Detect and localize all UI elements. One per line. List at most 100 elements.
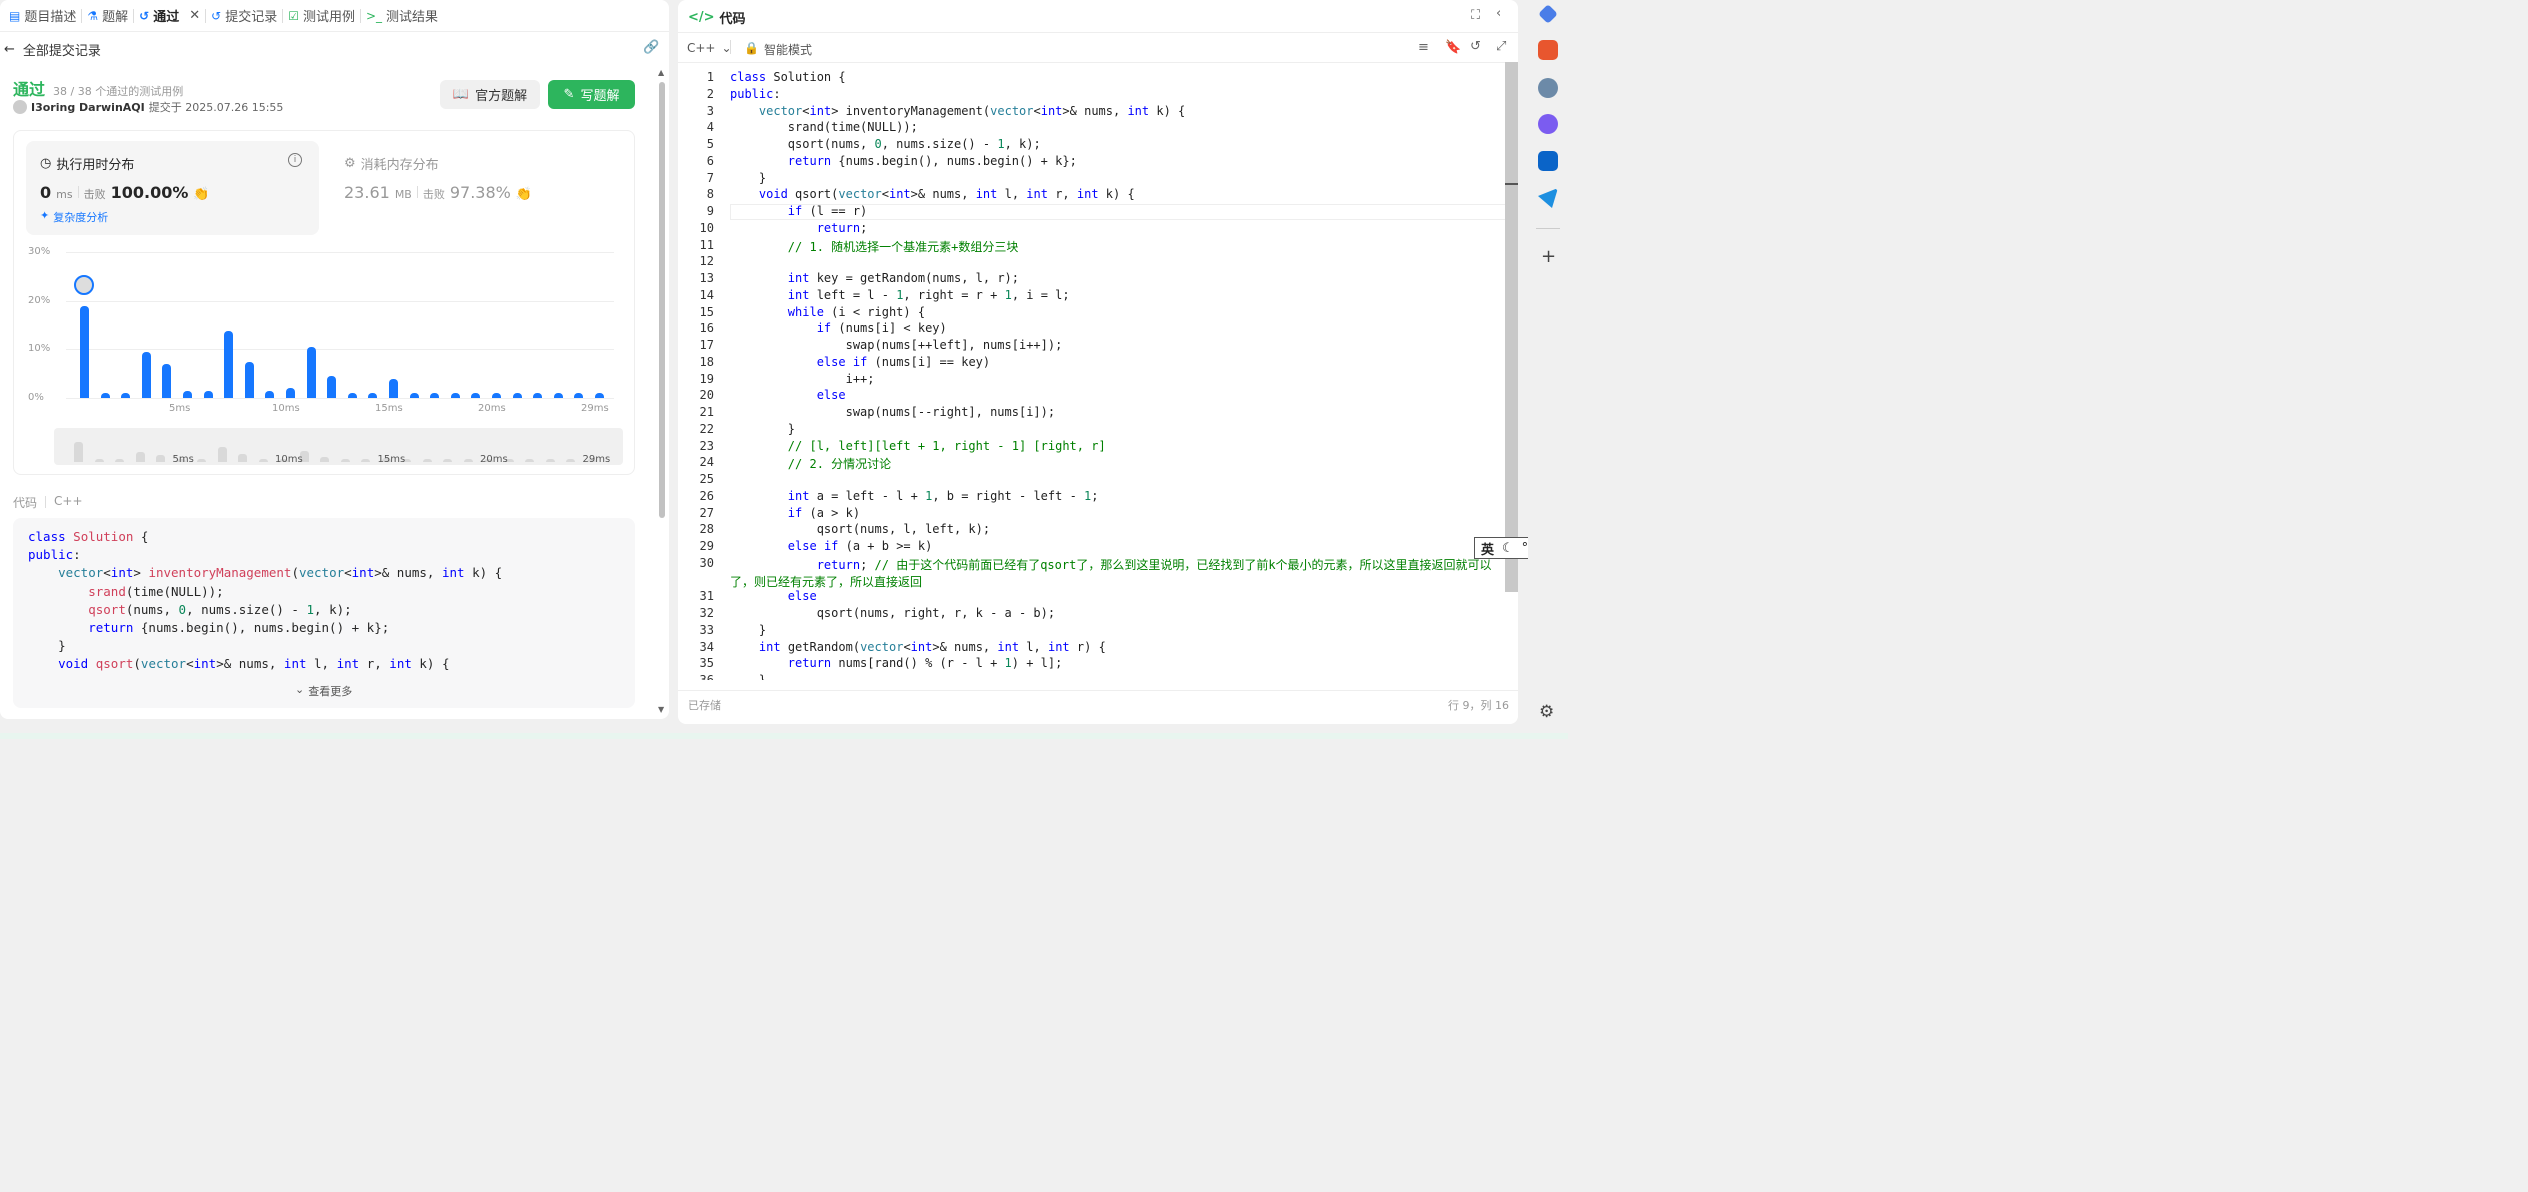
- code-line: return; // 由于这个代码前面已经有了qsort了，那么到这里说明，已经…: [816, 557, 1492, 572]
- language-select[interactable]: C++ ⌄: [687, 41, 732, 55]
- chart-bar[interactable]: [347, 393, 357, 398]
- chart-bar[interactable]: [203, 390, 213, 398]
- info-icon[interactable]: i: [288, 153, 302, 167]
- settings-icon[interactable]: ⚙: [1539, 702, 1554, 722]
- chart-bar[interactable]: [141, 351, 151, 398]
- complexity-analysis-link[interactable]: ✦ 复杂度分析: [40, 209, 108, 225]
- overview-bar: [94, 459, 104, 462]
- code-line: else if (nums[i] == key): [816, 354, 991, 369]
- chart-bar[interactable]: [183, 390, 192, 398]
- code-line: qsort(nums, l, left, k);: [730, 522, 991, 537]
- fullscreen-icon[interactable]: ⛶: [1471, 8, 1480, 23]
- lock-icon: 🔒: [744, 41, 759, 55]
- close-icon[interactable]: ✕: [189, 8, 200, 23]
- my-result-marker[interactable]: [74, 275, 94, 295]
- chart-bar[interactable]: [512, 393, 522, 398]
- chart-bar[interactable]: [533, 393, 543, 398]
- smart-mode-toggle[interactable]: 🔒 智能模式: [744, 41, 812, 58]
- code-editor-panel: </> 代码 ⛶ ‹ C++ ⌄ 🔒 智能模式 ≡ 🔖 ↺ ⤢ 1 class Solu…: [678, 0, 1518, 724]
- collapse-icon[interactable]: ‹: [1496, 6, 1501, 21]
- scroll-down-icon[interactable]: ▼: [658, 705, 664, 714]
- code-line: if (nums[i] < key): [816, 321, 947, 336]
- chart-bar[interactable]: [450, 393, 460, 398]
- code-line: int left = l - 1, right = r + 1, i = l;: [787, 287, 1070, 302]
- overview-bar: [135, 451, 145, 462]
- x-tick-label: 10ms: [272, 403, 300, 414]
- code-editor[interactable]: 1 class Solution {2 public: 3 vector<int> i…: [678, 70, 1504, 680]
- line-number: 15: [699, 304, 714, 319]
- outlook-icon[interactable]: [1538, 151, 1558, 171]
- code-line: }: [730, 673, 767, 680]
- checkbox-icon: ☑: [288, 8, 299, 23]
- scroll-up-icon[interactable]: ▲: [658, 68, 664, 77]
- official-solution-button[interactable]: 📖 官方题解: [440, 80, 540, 109]
- code-line: vector<int> inventoryManagement(vector<i…: [758, 103, 1186, 118]
- chart-bar[interactable]: [430, 393, 440, 398]
- tab-description[interactable]: ▤ 题目描述: [4, 6, 81, 26]
- tab-submissions[interactable]: ↺ 提交记录: [206, 6, 282, 26]
- line-number: 8: [706, 187, 714, 202]
- chart-bar[interactable]: [327, 376, 337, 398]
- tab-solutions[interactable]: ⚗ 题解: [82, 6, 133, 26]
- tab-accepted[interactable]: ↺ 通过 ✕: [134, 6, 205, 25]
- y-tick-label: 30%: [28, 246, 51, 257]
- avatar[interactable]: [13, 100, 27, 114]
- runtime-chart: 30% 20% 10% 0% 5ms 5ms 10ms 10ms 15ms 15ms 20ms 20m…: [0, 240, 640, 470]
- preview-line: return {nums.begin(), nums.begin() + k};: [88, 620, 390, 636]
- left-scrollbar[interactable]: [659, 82, 665, 518]
- see-more-button[interactable]: ⌄ 查看更多: [295, 683, 352, 699]
- chart-bar[interactable]: [80, 305, 89, 398]
- chart-bar[interactable]: [244, 362, 254, 398]
- send-icon[interactable]: [1538, 188, 1558, 208]
- chart-bar[interactable]: [595, 393, 604, 398]
- overview-x-label: 29ms: [582, 454, 611, 465]
- chart-bar[interactable]: [121, 393, 131, 398]
- ime-language[interactable]: 英: [1481, 539, 1494, 558]
- link-icon[interactable]: 🔗: [643, 40, 659, 55]
- line-number: 34: [699, 639, 714, 654]
- copilot-icon[interactable]: [1538, 114, 1558, 134]
- editor-scrollbar[interactable]: [1505, 62, 1518, 592]
- tab-test-results[interactable]: >_ 测试结果: [361, 6, 443, 26]
- code-line: }: [730, 421, 796, 436]
- chart-bar[interactable]: [224, 331, 234, 398]
- chart-bar[interactable]: [162, 363, 172, 398]
- line-number: 12: [699, 254, 714, 269]
- chart-bar[interactable]: [471, 393, 481, 398]
- line-number: 14: [699, 287, 714, 302]
- chart-bar[interactable]: [265, 390, 275, 398]
- code-line: swap(nums[++left], nums[i++]);: [730, 338, 1063, 352]
- expand-icon[interactable]: ⤢: [1496, 39, 1506, 54]
- line-number: 18: [699, 354, 714, 369]
- code-line: if (l == r): [787, 204, 868, 218]
- moon-icon[interactable]: ☾: [1502, 541, 1514, 556]
- editor-title: 代码: [719, 12, 746, 27]
- code-line: else: [816, 388, 846, 403]
- format-icon[interactable]: ≡: [1418, 40, 1429, 55]
- tab-testcases[interactable]: ☑ 测试用例: [283, 6, 360, 26]
- chart-bar[interactable]: [286, 388, 295, 398]
- chart-bar[interactable]: [574, 393, 584, 398]
- line-number: 10: [699, 220, 714, 235]
- memory-card[interactable]: ⚙ 消耗内存分布 23.61 MB 击败 97.38% 👏: [332, 141, 622, 235]
- chart-bar[interactable]: [553, 393, 563, 398]
- tag-icon[interactable]: [1538, 4, 1558, 24]
- code-line: int key = getRandom(nums, l, r);: [787, 271, 1019, 285]
- chart-bar[interactable]: [100, 393, 110, 398]
- passed-cases: 38 / 38 个通过的测试用例: [53, 85, 184, 98]
- chart-bar[interactable]: [368, 393, 378, 398]
- runtime-card[interactable]: ◷ 执行用时分布 i 0 ms 击败 100.00% 👏 ✦ 复杂度分析: [26, 141, 319, 235]
- write-solution-button[interactable]: ✎ 写题解: [548, 80, 635, 109]
- bookmark-icon[interactable]: 🔖: [1445, 40, 1461, 55]
- author-name[interactable]: I3oring DarwinAQI: [31, 101, 145, 114]
- chess-icon[interactable]: [1538, 78, 1558, 98]
- chart-bar[interactable]: [492, 393, 501, 398]
- reset-icon[interactable]: ↺: [1470, 39, 1481, 54]
- line-number: 3: [706, 103, 714, 118]
- add-icon[interactable]: +: [1541, 246, 1556, 267]
- chart-bar[interactable]: [389, 378, 398, 398]
- chart-bar[interactable]: [409, 393, 419, 398]
- back-to-submissions[interactable]: ← 全部提交记录: [4, 40, 101, 59]
- chart-bar[interactable]: [306, 346, 316, 398]
- toolbox-icon[interactable]: [1538, 40, 1558, 60]
